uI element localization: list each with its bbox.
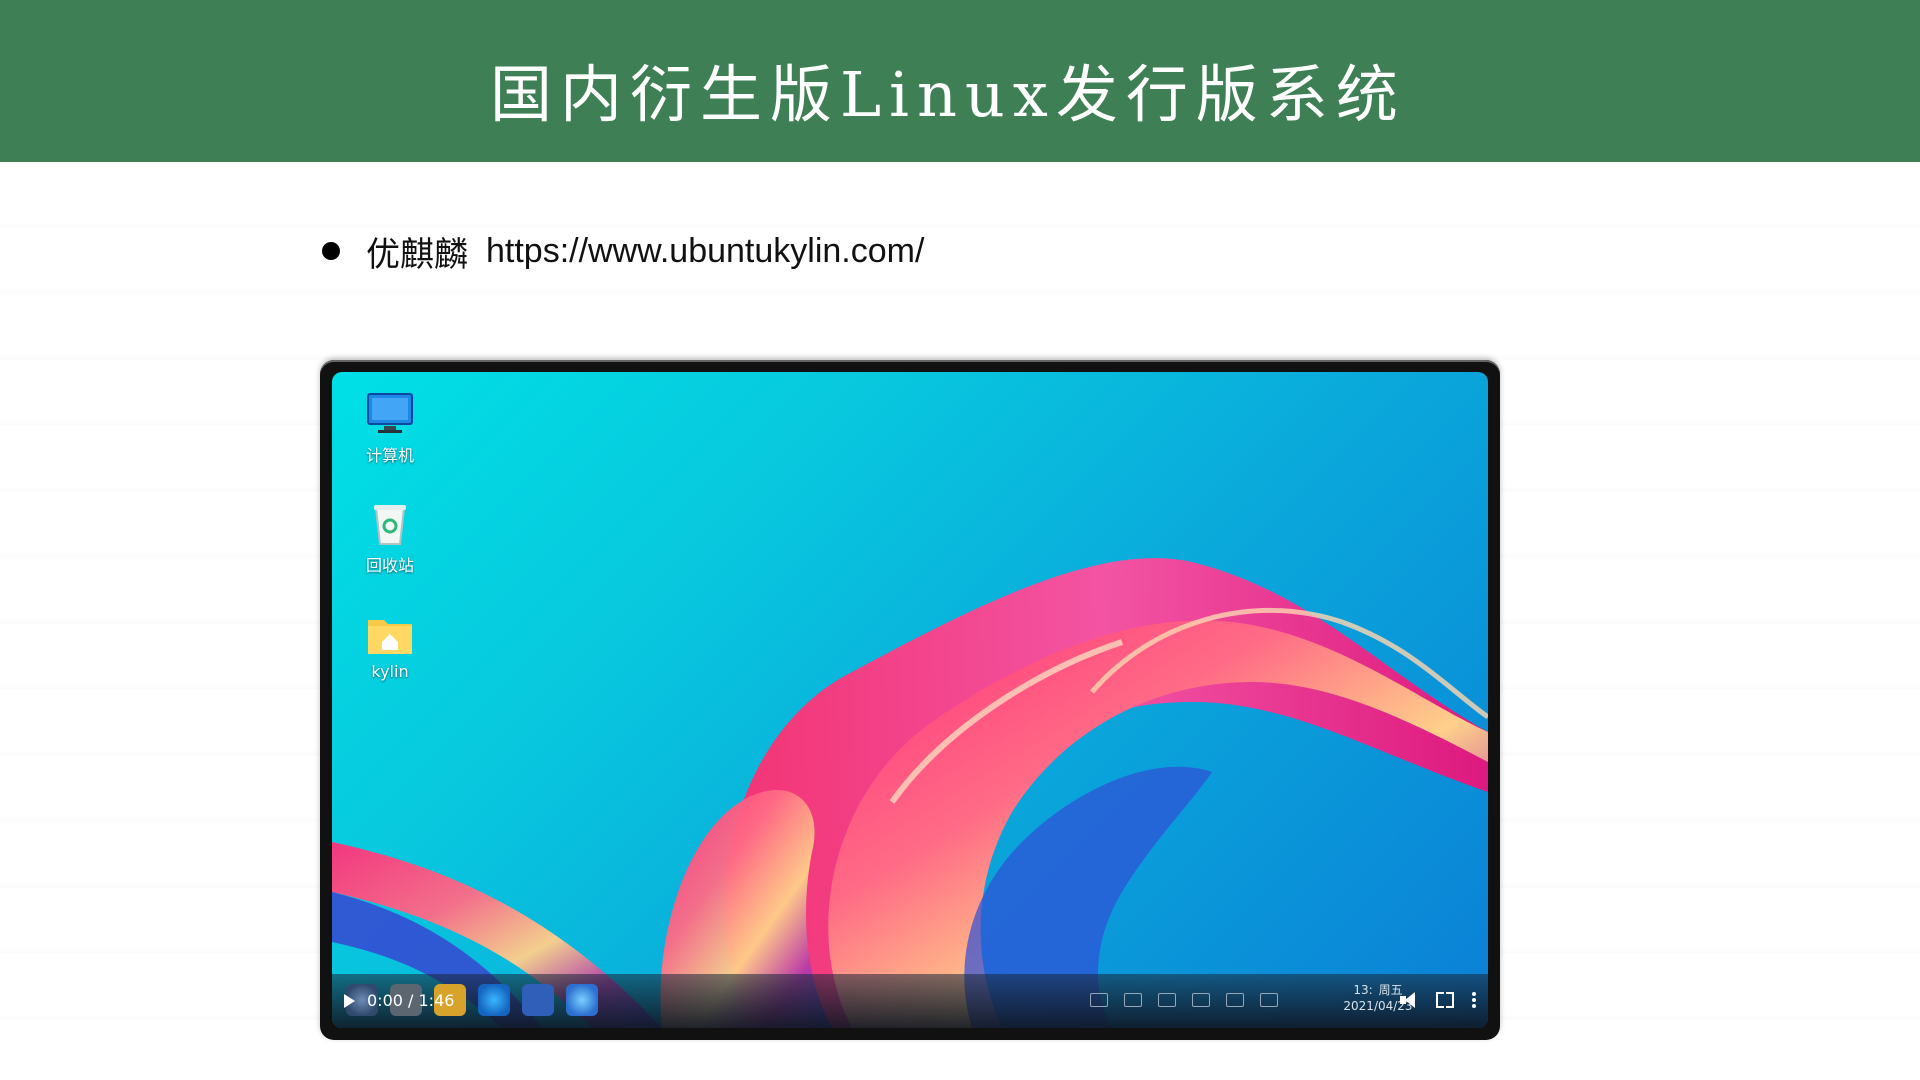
desktop-icon-trash[interactable]: 回收站: [350, 502, 430, 576]
more-icon[interactable]: [1472, 992, 1476, 1008]
clock-time: 13:: [1353, 983, 1373, 997]
video-controls-right: [1400, 990, 1476, 1010]
volume-icon[interactable]: [1400, 992, 1418, 1008]
desktop-icon-kylin-home[interactable]: kylin: [350, 612, 430, 681]
kylin-desktop-screen: 计算机 回收站 kylin 13: 周五 2021/04/23 0:00 / 1…: [332, 372, 1488, 1028]
desktop-icon-label: 计算机: [365, 446, 414, 465]
slide-header: 国内衍生版Linux发行版系统: [0, 0, 1920, 162]
play-icon[interactable]: [344, 993, 355, 1008]
desktop-icon-label: 回收站: [365, 556, 414, 575]
video-player[interactable]: 计算机 回收站 kylin 13: 周五 2021/04/23 0:00 / 1…: [320, 360, 1500, 1040]
home-folder-icon: [366, 612, 414, 656]
battery-icon[interactable]: [1192, 993, 1210, 1007]
software-center-icon[interactable]: [566, 984, 598, 1016]
wallpaper-ribbon-art: [332, 558, 1488, 1028]
bullet-dot-icon: [322, 242, 340, 260]
notification-icon[interactable]: [1260, 993, 1278, 1007]
bullet-item: 优麒麟 https://www.ubuntukylin.com/: [322, 226, 924, 276]
desktop-icon-label: kylin: [371, 662, 409, 681]
keyboard-icon[interactable]: [1124, 993, 1142, 1007]
distro-name: 优麒麟: [366, 235, 468, 274]
slide-title: 国内衍生版Linux发行版系统: [490, 58, 1406, 131]
video-time: 0:00 / 1:46: [367, 991, 455, 1010]
desktop-icon-computer[interactable]: 计算机: [350, 392, 430, 466]
computer-icon: [366, 392, 414, 436]
fullscreen-icon[interactable]: [1434, 990, 1456, 1010]
distro-link[interactable]: https://www.ubuntukylin.com/: [486, 232, 924, 271]
system-tray: [1090, 982, 1278, 1018]
desktop-taskbar: 13: 周五 2021/04/23: [332, 974, 1488, 1028]
wps-writer-icon[interactable]: [522, 984, 554, 1016]
browser-icon[interactable]: [478, 984, 510, 1016]
network-icon[interactable]: [1226, 993, 1244, 1007]
sound-icon[interactable]: [1158, 993, 1176, 1007]
video-controls-left: 0:00 / 1:46: [344, 991, 454, 1010]
up-arrow-icon[interactable]: [1090, 993, 1108, 1007]
trash-icon: [366, 502, 414, 546]
